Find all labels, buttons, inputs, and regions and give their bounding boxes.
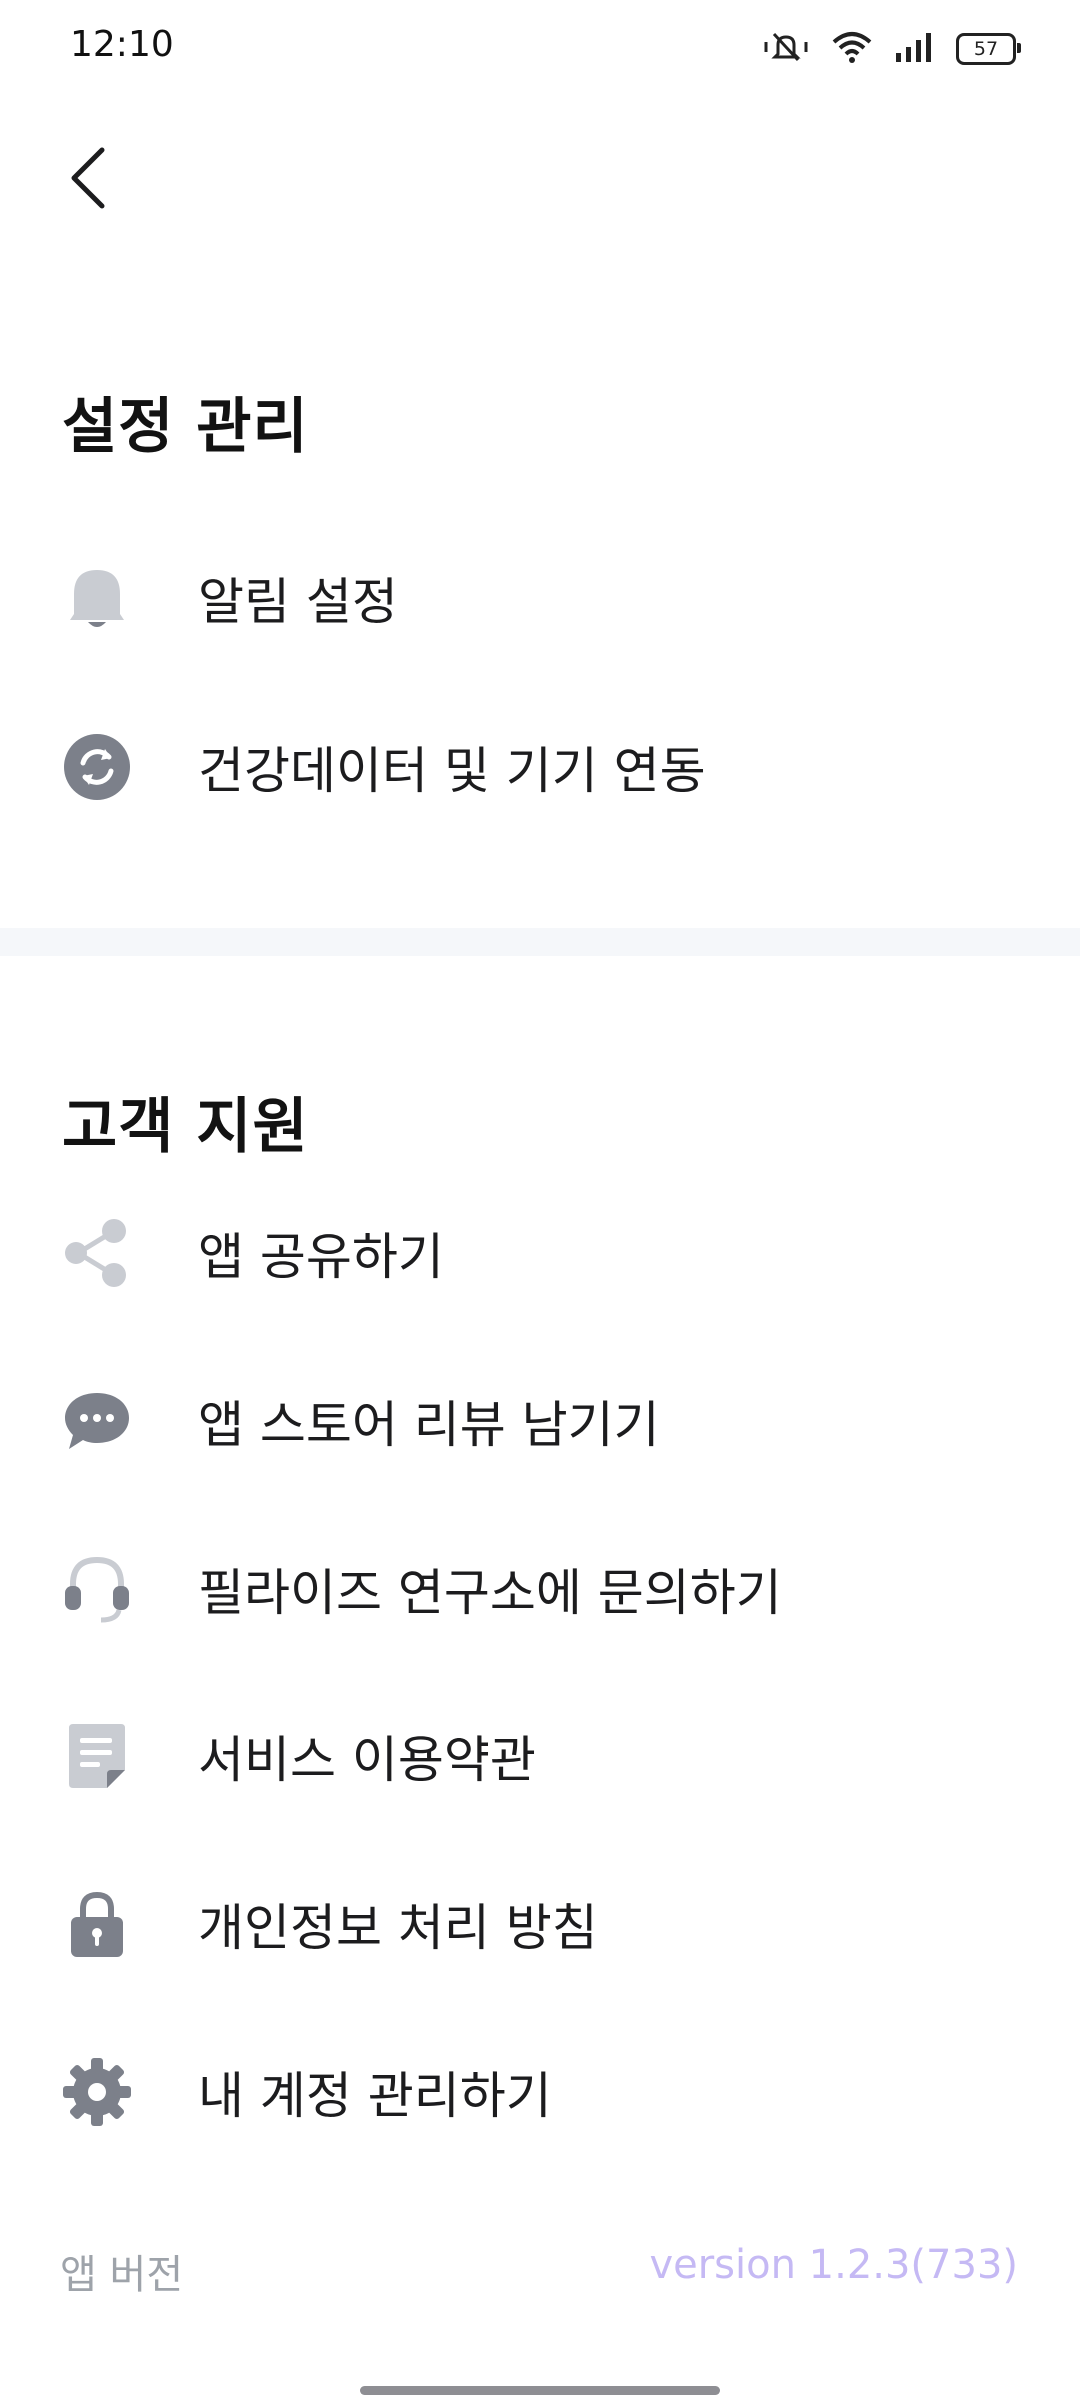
app-version-value: version 1.2.3(733) xyxy=(649,2242,1018,2288)
menu-item-privacy-policy[interactable]: 개인정보 처리 방침 xyxy=(0,1849,1080,1999)
document-icon xyxy=(62,1721,132,1791)
menu-item-label: 내 계정 관리하기 xyxy=(198,2067,552,2125)
app-version-label: 앱 버전 xyxy=(60,2252,184,2298)
gear-icon xyxy=(62,2057,132,2127)
headset-icon xyxy=(62,1554,132,1624)
bell-icon xyxy=(62,563,132,633)
sync-icon xyxy=(62,732,132,802)
battery-level: 57 xyxy=(973,38,999,60)
status-bar: 12:10 57 xyxy=(0,0,1080,96)
section-divider xyxy=(0,928,1080,956)
menu-item-label: 앱 공유하기 xyxy=(198,1228,444,1286)
battery-icon: 57 xyxy=(956,33,1021,65)
support-section-title: 고객 지원 xyxy=(62,1092,309,1162)
chevron-left-icon xyxy=(68,146,108,214)
status-icons: 57 xyxy=(762,26,1021,72)
menu-item-label: 서비스 이용약관 xyxy=(198,1731,536,1789)
home-indicator[interactable] xyxy=(360,2386,720,2395)
signal-icon xyxy=(894,31,934,67)
menu-item-label: 개인정보 처리 방침 xyxy=(198,1899,598,1957)
menu-item-label: 앱 스토어 리뷰 남기기 xyxy=(198,1396,660,1454)
lock-icon xyxy=(62,1889,132,1959)
menu-item-health-data-sync[interactable]: 건강데이터 및 기기 연동 xyxy=(0,692,1080,842)
status-time: 12:10 xyxy=(70,24,174,65)
menu-item-share-app[interactable]: 앱 공유하기 xyxy=(0,1178,1080,1328)
menu-item-terms-of-service[interactable]: 서비스 이용약관 xyxy=(0,1681,1080,1831)
menu-item-label: 필라이즈 연구소에 문의하기 xyxy=(198,1564,782,1622)
menu-item-account-management[interactable]: 내 계정 관리하기 xyxy=(0,2017,1080,2167)
menu-item-contact-lab[interactable]: 필라이즈 연구소에 문의하기 xyxy=(0,1514,1080,1664)
chat-bubble-icon xyxy=(62,1386,132,1456)
menu-item-app-store-review[interactable]: 앱 스토어 리뷰 남기기 xyxy=(0,1346,1080,1496)
menu-item-label: 건강데이터 및 기기 연동 xyxy=(198,742,706,800)
menu-item-notification-settings[interactable]: 알림 설정 xyxy=(0,523,1080,673)
wifi-icon xyxy=(832,30,872,68)
mute-icon xyxy=(762,30,810,68)
back-button[interactable] xyxy=(58,140,118,220)
share-icon xyxy=(62,1218,132,1288)
menu-item-label: 알림 설정 xyxy=(198,573,398,631)
settings-section-title: 설정 관리 xyxy=(62,392,309,462)
